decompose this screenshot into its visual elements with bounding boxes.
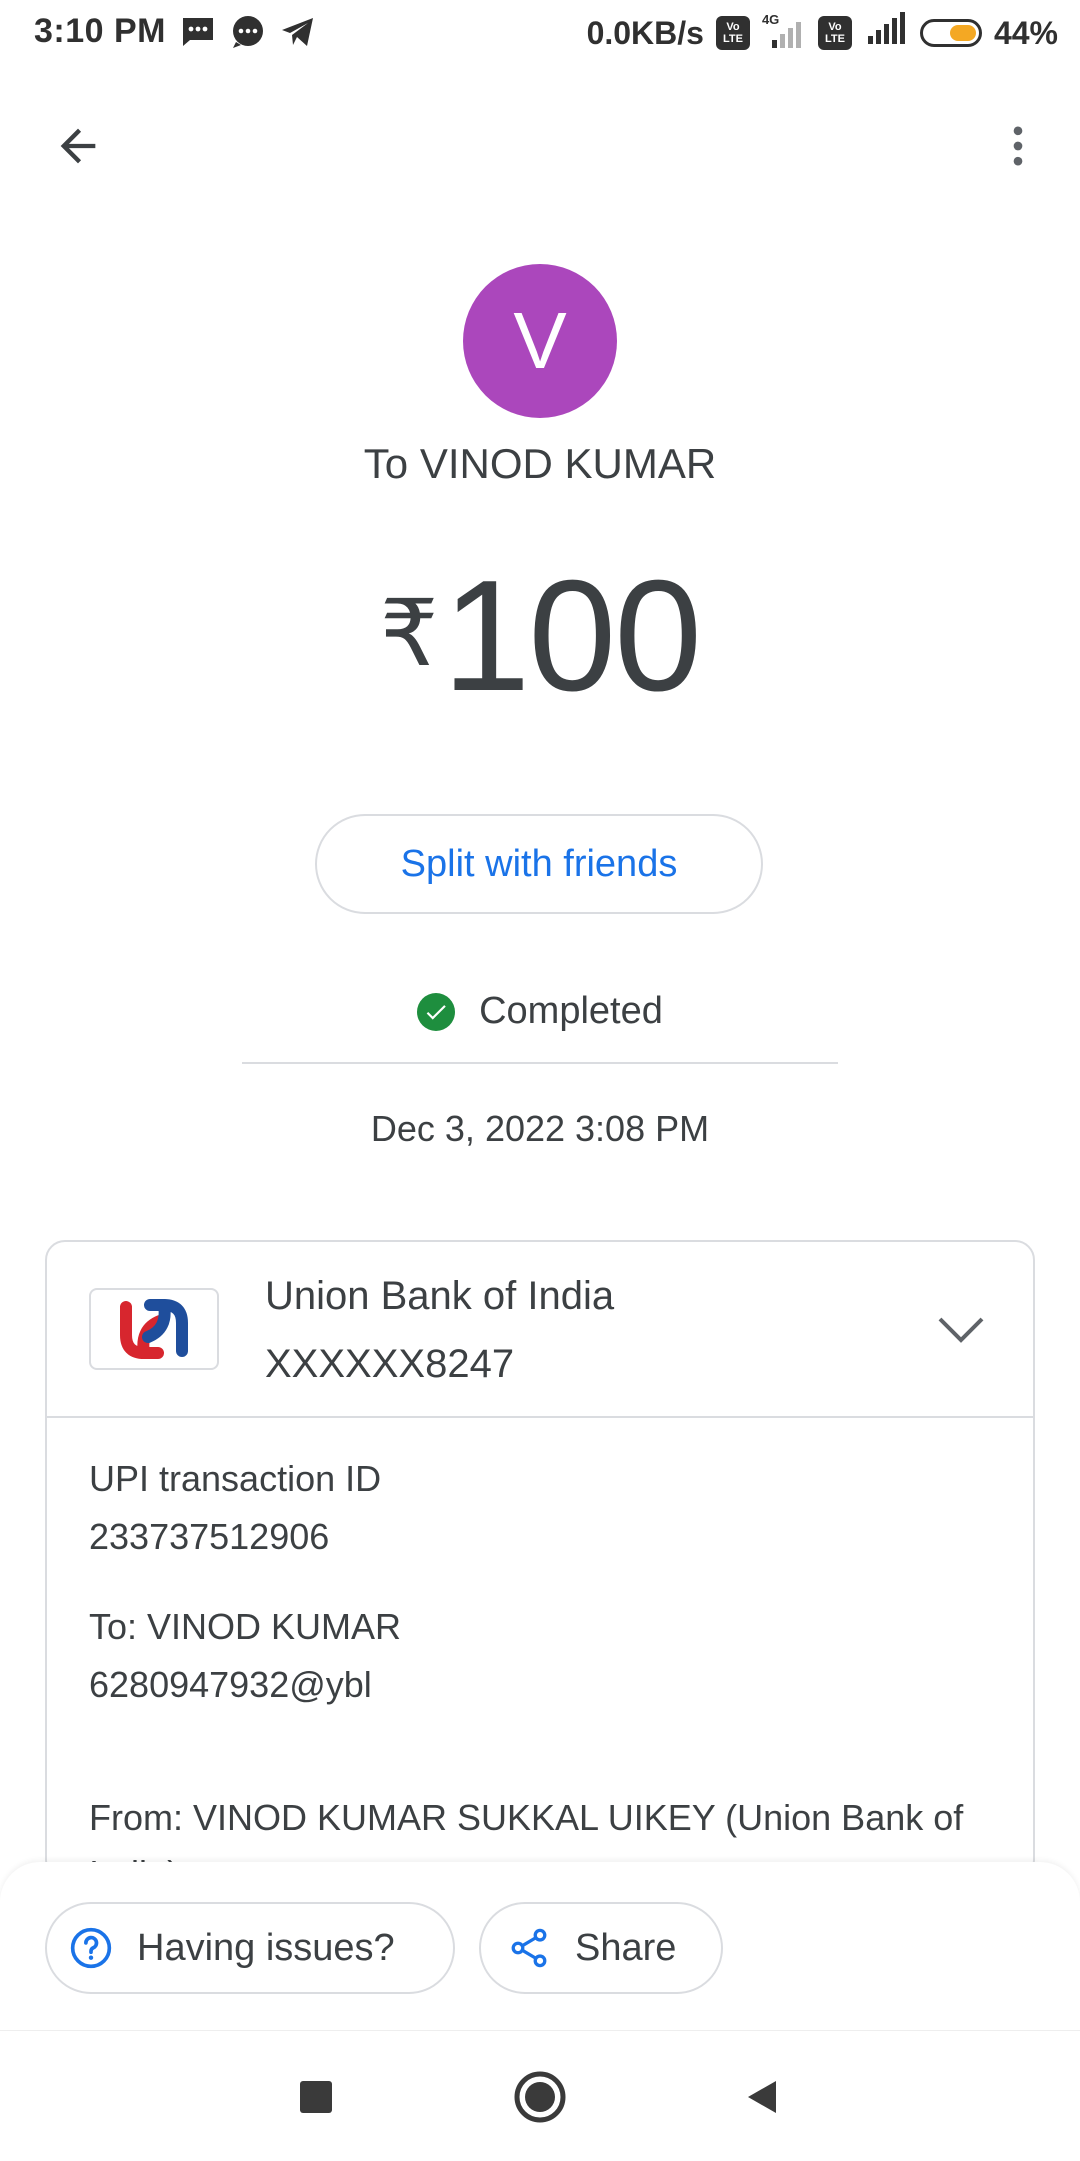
share-label: Share <box>575 1926 677 1969</box>
status-bar: 3:10 PM 0.0KB/s Vo LTE 4G Vo LTE 44% <box>0 0 1080 66</box>
split-with-friends-button[interactable]: Split with friends <box>315 814 763 914</box>
battery-percent: 44% <box>993 14 1058 51</box>
share-icon <box>505 1924 553 1972</box>
notification-icons <box>180 14 316 55</box>
having-issues-button[interactable]: Having issues? <box>45 1902 455 1994</box>
more-vertical-icon <box>1013 126 1023 166</box>
square-icon <box>300 2081 332 2113</box>
more-options-button[interactable] <box>984 112 1052 180</box>
battery-icon <box>919 19 982 47</box>
volte-icon-2: Vo LTE <box>817 16 852 50</box>
action-bar: Having issues? Share <box>0 1862 1080 2030</box>
transaction-date: Dec 3, 2022 3:08 PM <box>370 1108 710 1149</box>
sms-icon <box>180 15 216 54</box>
telegram-icon <box>280 15 316 54</box>
bank-details-card: Union Bank of India XXXXXX8247 UPI trans… <box>45 1240 1035 1880</box>
help-circle-icon <box>67 1924 115 1972</box>
union-bank-logo <box>89 1288 219 1370</box>
recents-button[interactable] <box>278 2059 354 2135</box>
system-back-button[interactable] <box>724 2059 800 2135</box>
check-circle-icon <box>417 992 456 1031</box>
signal-4g-icon: 4G <box>762 12 806 50</box>
chat-icon <box>230 14 266 55</box>
amount: ₹ 100 <box>0 556 1080 716</box>
having-issues-label: Having issues? <box>137 1926 395 1969</box>
currency-symbol: ₹ <box>379 583 439 685</box>
system-nav-bar <box>0 2030 1080 2161</box>
amount-value: 100 <box>442 548 702 724</box>
arrow-left-icon <box>60 128 96 164</box>
triangle-back-icon <box>748 2081 776 2113</box>
divider <box>242 1062 838 1064</box>
upi-id-value: 233737512906 <box>89 1516 330 1557</box>
chevron-down-icon[interactable] <box>931 1306 991 1354</box>
bank-card-header[interactable]: Union Bank of India XXXXXX8247 <box>47 1242 1033 1418</box>
share-button[interactable]: Share <box>479 1902 723 1994</box>
bank-account: XXXXXX8247 <box>265 1342 515 1386</box>
bank-name: Union Bank of India <box>265 1274 615 1318</box>
upi-id-label: UPI transaction ID <box>89 1458 382 1499</box>
circle-icon <box>514 2071 566 2123</box>
to-label: To: VINOD KUMAR <box>89 1606 402 1647</box>
volte-icon: Vo LTE <box>715 16 750 50</box>
status-time: 3:10 PM <box>34 12 166 50</box>
avatar: V <box>463 264 617 418</box>
network-speed: 0.0KB/s <box>586 14 704 51</box>
to-vpa: 6280947932@ybl <box>89 1664 372 1705</box>
back-button[interactable] <box>44 112 112 180</box>
signal-icon <box>864 12 908 54</box>
status-right: 0.0KB/s Vo LTE 4G Vo LTE 44% <box>587 12 1058 54</box>
home-button[interactable] <box>502 2059 578 2135</box>
payee-title: To VINOD KUMAR <box>363 440 717 487</box>
status-label: Completed <box>479 990 663 1032</box>
transaction-status: Completed <box>0 990 1080 1033</box>
